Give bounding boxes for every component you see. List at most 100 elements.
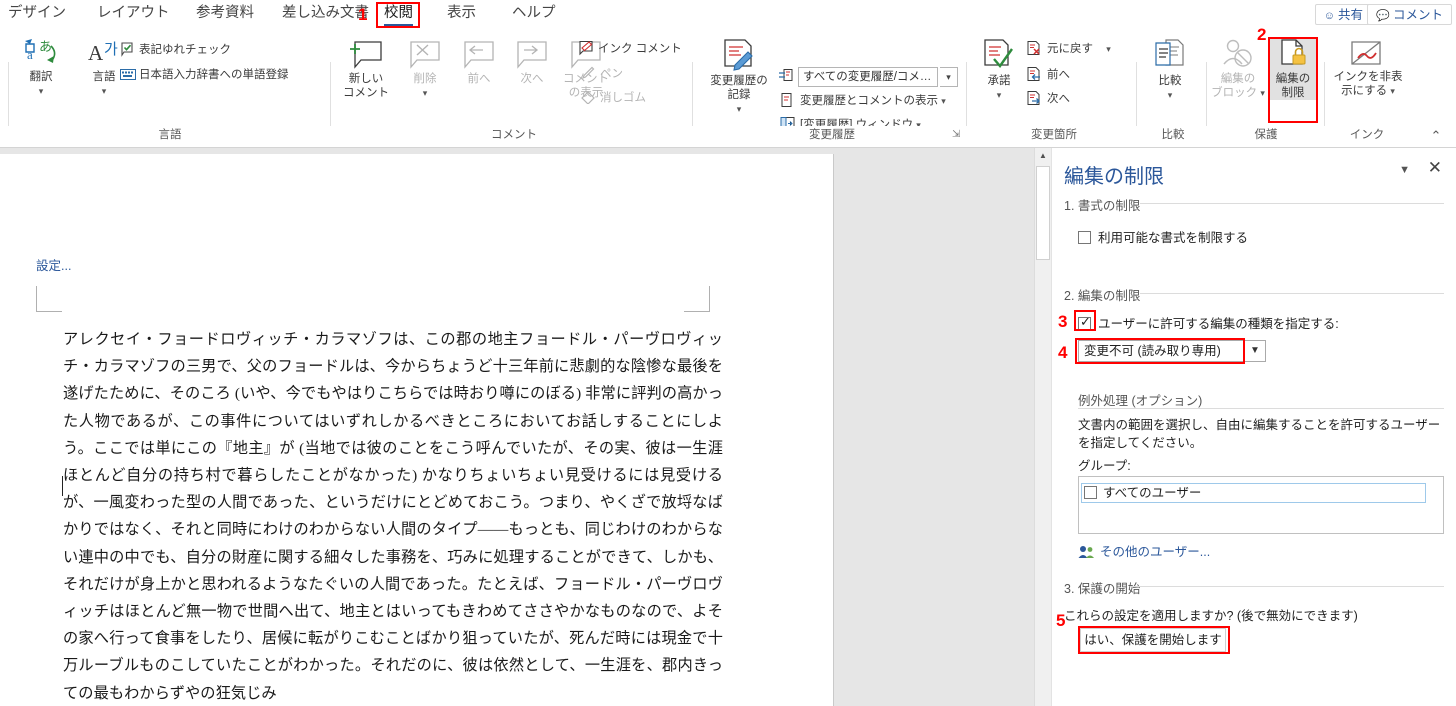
chevron-down-icon: ▾	[1390, 86, 1395, 96]
tab-view[interactable]: 表示	[443, 0, 480, 28]
comments-button[interactable]: 💬 コメント	[1367, 4, 1452, 25]
allow-editing-row[interactable]: ユーザーに許可する編集の種類を指定する:	[1078, 313, 1339, 333]
limit-formatting-checkbox[interactable]	[1078, 231, 1091, 244]
comment-bubble-icon: 💬	[1376, 10, 1390, 22]
accept-button[interactable]: 承諾 ▾	[974, 38, 1024, 102]
allow-editing-checkbox[interactable]	[1078, 314, 1091, 330]
previous-change-label: 前へ	[1047, 69, 1070, 81]
next-change-button[interactable]: 次へ	[1026, 90, 1070, 107]
exceptions-rule	[1078, 408, 1444, 409]
spelling-variance-label: 表記ゆれチェック	[139, 44, 231, 56]
limit-formatting-label: 利用可能な書式を制限する	[1098, 231, 1249, 245]
callout-number-3: 3	[1058, 312, 1068, 331]
display-for-review-combo-arrow[interactable]: ▾	[940, 67, 958, 87]
translate-label: 翻訳	[29, 71, 53, 83]
previous-change-button[interactable]: 前へ	[1026, 66, 1070, 83]
hide-ink-label-line2: 示にする	[1341, 85, 1388, 97]
variance-check-icon	[121, 42, 133, 57]
svg-text:a: a	[27, 47, 33, 62]
new-comment-button[interactable]: 新しい コメント	[338, 38, 394, 100]
group-label-tracking: 変更履歴	[809, 129, 855, 141]
tab-layout[interactable]: レイアウト	[93, 0, 174, 28]
reject-button[interactable]: 元に戻す ▾	[1026, 40, 1111, 57]
exceptions-description: 文書内の範囲を選択し、自由に編集することを許可するユーザーを指定してください。	[1078, 418, 1441, 450]
ink-comment-button[interactable]: インク コメント	[578, 40, 682, 57]
pane-options-chevron-icon[interactable]: ▼	[1399, 164, 1410, 176]
pen-icon	[581, 66, 595, 80]
scrollbar-thumb[interactable]	[1036, 166, 1050, 260]
block-authors-button[interactable]: 編集の ブロック ▾	[1210, 38, 1266, 100]
restrict-editing-button[interactable]: 編集の 制限	[1270, 38, 1316, 100]
previous-comment-button[interactable]: 前へ	[456, 38, 502, 86]
tab-help[interactable]: ヘルプ	[508, 0, 560, 28]
tab-label: ヘルプ	[512, 5, 556, 21]
tab-review[interactable]: 校閲	[380, 0, 417, 28]
collapse-ribbon-icon[interactable]: ⌃	[1424, 126, 1448, 146]
reject-icon	[1027, 41, 1040, 55]
group-label-language: 言語	[158, 129, 182, 141]
compare-icon	[1155, 39, 1184, 66]
pen-label: ペン	[600, 68, 623, 80]
delete-comment-button[interactable]: 削除 ▾	[402, 38, 448, 100]
ribbon-group-labels: 言語 コメント 変更履歴 ⇲ 変更箇所 比較 保護 インク ⌃	[0, 126, 1456, 148]
chevron-down-icon: ▾	[422, 88, 428, 98]
apply-settings-question: これらの設定を適用しますか? (後で無効にできます)	[1064, 609, 1358, 623]
track-changes-label-line2: 記録	[727, 89, 751, 101]
translate-button[interactable]: a あ 翻訳 ▾	[10, 38, 72, 98]
ink-comment-icon	[579, 40, 593, 56]
tab-design[interactable]: デザイン	[4, 0, 70, 28]
document-page[interactable]: アレクセイ・フョードロヴィッチ・カラマゾフは、この郡の地主フョードル・パーヴロヴ…	[0, 154, 834, 706]
hide-ink-line2-wrap: 示にする ▾	[1330, 84, 1406, 98]
keyboard-icon	[120, 69, 136, 80]
next-comment-button[interactable]: 次へ	[509, 38, 555, 86]
eraser-button[interactable]: 消しゴム	[581, 90, 646, 106]
svg-text:あ: あ	[39, 39, 52, 54]
chevron-down-icon: ▾	[101, 86, 107, 96]
section2-rule	[1140, 293, 1444, 294]
hide-ink-icon	[1351, 41, 1381, 65]
group-item-label: すべてのユーザー	[1103, 486, 1202, 500]
editing-permission-select[interactable]: 変更不可 (読み取り専用)	[1078, 340, 1244, 362]
chevron-down-icon: ▾	[1260, 88, 1265, 98]
formatting-settings-link[interactable]: 設定...	[36, 255, 71, 274]
tab-label: レイアウト	[97, 5, 170, 21]
show-markup-icon	[781, 93, 792, 107]
pen-button[interactable]: ペン	[581, 66, 623, 82]
compare-button[interactable]: 比較 ▾	[1144, 38, 1196, 102]
more-users-link[interactable]: その他のユーザー...	[1078, 541, 1210, 560]
pane-close-icon[interactable]: ✕	[1428, 159, 1442, 176]
show-markup-button[interactable]: 変更履歴とコメントの表示 ▾	[780, 92, 946, 109]
hide-ink-button[interactable]: インクを非表 示にする ▾	[1330, 38, 1406, 98]
spelling-variance-button[interactable]: 表記ゆれチェック	[120, 41, 231, 58]
delete-comment-label: 削除	[413, 73, 437, 85]
next-change-label: 次へ	[1047, 93, 1070, 105]
dictionary-register-button[interactable]: 日本語入力辞書への単語登録	[120, 68, 289, 83]
tab-label: 校閲	[384, 5, 413, 21]
editing-permission-select-arrow[interactable]: ▼	[1244, 340, 1266, 362]
scroll-up-arrow-icon[interactable]: ▲	[1035, 148, 1051, 165]
section3-rule	[1130, 586, 1444, 587]
limit-formatting-inner[interactable]: 利用可能な書式を制限する	[1078, 227, 1248, 247]
track-changes-icon	[724, 39, 753, 71]
restrict-editing-lock-icon	[1281, 39, 1306, 65]
track-changes-button[interactable]: 変更履歴の 記録 ▾	[700, 38, 778, 116]
share-label: 共有	[1337, 8, 1363, 22]
eraser-label: 消しゴム	[600, 92, 646, 104]
block-authors-icon	[1223, 39, 1252, 67]
document-body-text[interactable]: アレクセイ・フョードロヴィッチ・カラマゾフは、この郡の地主フョードル・パーヴロヴ…	[63, 326, 723, 706]
previous-comment-label: 前へ	[467, 73, 491, 85]
document-vertical-scrollbar[interactable]: ▲	[1034, 148, 1051, 706]
tab-references[interactable]: 参考資料	[192, 0, 258, 28]
group-item-checkbox[interactable]	[1084, 486, 1097, 499]
allow-editing-label: ユーザーに許可する編集の種類を指定する:	[1098, 317, 1339, 331]
section1-rule	[1140, 203, 1444, 204]
tab-active-underline	[384, 24, 413, 26]
display-for-review-combo[interactable]: すべての変更履歴/コメ…	[798, 67, 938, 87]
margin-marker-top-right	[684, 286, 710, 312]
group-item-all-users[interactable]: すべてのユーザー	[1081, 483, 1426, 503]
reject-label: 元に戻す	[1047, 43, 1093, 55]
tab-label: デザイン	[8, 5, 66, 21]
tracking-dialog-launcher-icon[interactable]: ⇲	[952, 129, 960, 140]
share-button[interactable]: ☺ 共有	[1314, 4, 1372, 25]
start-protection-button[interactable]: はい、保護を開始します	[1080, 628, 1226, 652]
